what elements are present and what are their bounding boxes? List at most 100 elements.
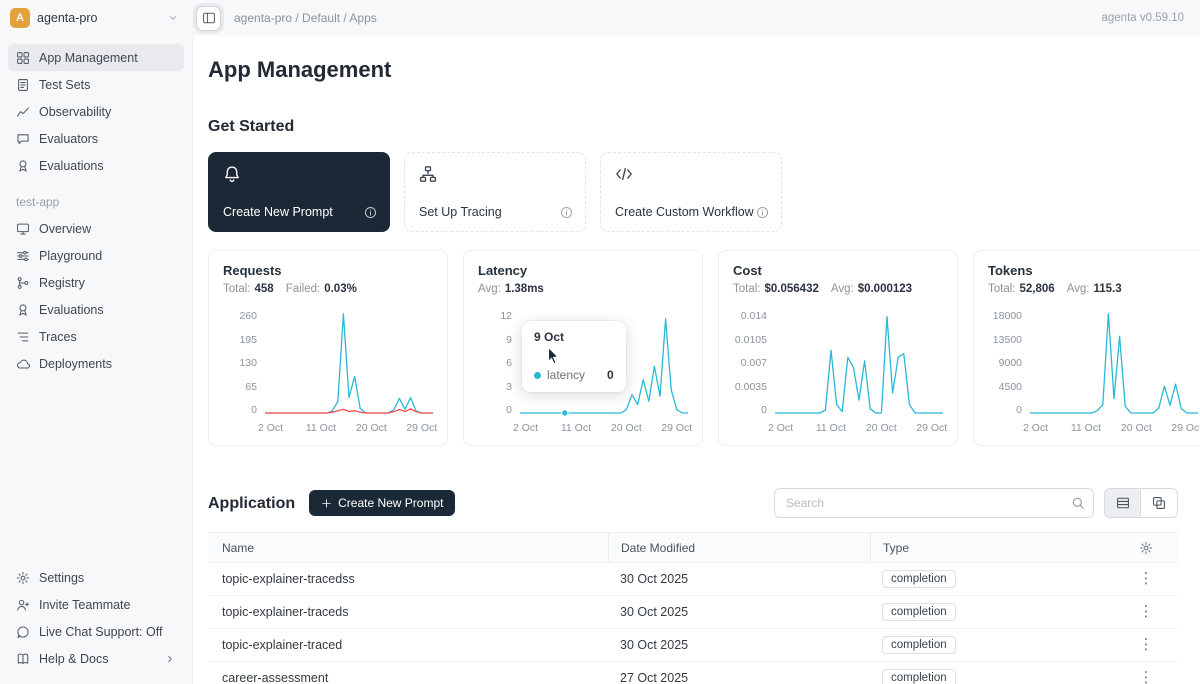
- bell-icon: [223, 165, 241, 183]
- app-table-body: topic-explainer-tracedss30 Oct 2025compl…: [208, 563, 1178, 684]
- x-axis-tick: 29 Oct: [916, 422, 947, 434]
- row-menu-button[interactable]: ⋮: [1134, 603, 1158, 621]
- sidebar-item-evaluations[interactable]: Evaluations: [8, 296, 184, 323]
- card-view-icon: [1152, 496, 1166, 510]
- card-view-button[interactable]: [1141, 488, 1178, 518]
- tracing-icon: [419, 165, 437, 183]
- start-card-set-up-tracing[interactable]: Set Up Tracing: [404, 152, 586, 232]
- topbar: A agenta-pro agenta-pro / Default / Apps…: [0, 0, 1200, 36]
- sidebar-item-evaluations[interactable]: Evaluations: [8, 152, 184, 179]
- sidebar-item-playground[interactable]: Playground: [8, 242, 184, 269]
- create-new-prompt-button[interactable]: Create New Prompt: [309, 490, 455, 516]
- y-axis-tick: 130: [239, 358, 257, 368]
- metric-stats: Total:$0.056432 Avg:$0.000123: [733, 283, 943, 295]
- book-icon: [16, 652, 30, 666]
- metric-card-requests: RequestsTotal:458Failed:0.03%26019513065…: [208, 250, 448, 446]
- metric-stat: Avg:$0.000123: [831, 283, 912, 295]
- row-menu-button[interactable]: ⋮: [1134, 570, 1158, 588]
- x-axis-tick: 20 Oct: [611, 422, 642, 434]
- x-axis-tick: 20 Oct: [1121, 422, 1152, 434]
- start-card-create-new-prompt[interactable]: Create New Prompt: [208, 152, 390, 232]
- sidebar-item-test-sets[interactable]: Test Sets: [8, 71, 184, 98]
- table-row[interactable]: topic-explainer-tracedss30 Oct 2025compl…: [208, 563, 1178, 596]
- sidebar-item-label: Evaluations: [39, 159, 104, 173]
- get-started-title: Get Started: [208, 117, 1178, 136]
- sidebar-item-overview[interactable]: Overview: [8, 215, 184, 242]
- column-header-date-modified[interactable]: Date Modified: [608, 533, 870, 562]
- cloud-icon: [16, 357, 30, 371]
- chevron-down-icon: [167, 12, 179, 24]
- metric-stat: Total:458: [223, 283, 274, 295]
- workspace-switcher[interactable]: A agenta-pro: [0, 8, 193, 28]
- y-axis-tick: 260: [239, 311, 257, 321]
- sidebar-item-evaluators[interactable]: Evaluators: [8, 125, 184, 152]
- chat-icon: [16, 132, 30, 146]
- start-card-create-custom-workflow[interactable]: Create Custom Workflow: [600, 152, 782, 232]
- sidebar-toggle-button[interactable]: [196, 6, 221, 31]
- sidebar-item-label: Evaluations: [39, 303, 104, 317]
- table-row[interactable]: topic-explainer-traceds30 Oct 2025comple…: [208, 596, 1178, 629]
- y-axis: 260195130650: [223, 311, 265, 415]
- search-input[interactable]: [774, 488, 1094, 518]
- y-axis-tick: 65: [245, 382, 257, 392]
- info-icon[interactable]: [756, 206, 769, 219]
- sidebar-item-traces[interactable]: Traces: [8, 323, 184, 350]
- metric-stats: Avg:1.38ms: [478, 283, 688, 295]
- tooltip-value: 0: [607, 368, 614, 382]
- cost-chart[interactable]: [775, 311, 943, 415]
- search-icon[interactable]: [1071, 496, 1085, 510]
- requests-chart[interactable]: [265, 311, 433, 415]
- mouse-cursor-icon: [546, 346, 561, 365]
- x-axis: 2 Oct11 Oct20 Oct29 Oct: [775, 422, 943, 435]
- info-icon[interactable]: [364, 206, 377, 219]
- sidebar-item-invite-teammate[interactable]: Invite Teammate: [8, 591, 184, 618]
- app-type: completion: [870, 629, 1114, 661]
- sidebar-item-label: Help & Docs: [39, 652, 108, 666]
- y-axis-tick: 0.0105: [735, 335, 767, 345]
- sidebar-item-help-docs[interactable]: Help & Docs: [8, 645, 184, 672]
- info-icon[interactable]: [560, 206, 573, 219]
- sidebar-item-label: App Management: [39, 51, 138, 65]
- sidebar-panel-icon: [202, 11, 216, 25]
- metric-stats: Total:52,806Avg:115.3: [988, 283, 1198, 295]
- column-header-actions: [1114, 533, 1178, 562]
- metric-stat: Total:52,806: [988, 283, 1055, 295]
- app-name: topic-explainer-traced: [208, 629, 608, 661]
- column-header-name[interactable]: Name: [208, 533, 608, 562]
- column-header-type[interactable]: Type: [870, 533, 1114, 562]
- sidebar-item-app-management[interactable]: App Management: [8, 44, 184, 71]
- tokens-chart[interactable]: [1030, 311, 1198, 415]
- y-axis-tick: 195: [239, 335, 257, 345]
- metric-stat: Total:$0.056432: [733, 283, 819, 295]
- metric-card-latency: LatencyAvg:1.38ms1296302 Oct11 Oct20 Oct…: [463, 250, 703, 446]
- chat-round-icon: [16, 625, 30, 639]
- y-axis-tick: 6: [506, 358, 512, 368]
- sidebar-item-observability[interactable]: Observability: [8, 98, 184, 125]
- x-axis-tick: 2 Oct: [513, 422, 538, 434]
- gear-icon: [16, 571, 30, 585]
- sidebar-app-list: Overview PlaygroundRegistry Evaluations Tra…: [8, 215, 184, 377]
- sidebar-item-deployments[interactable]: Deployments: [8, 350, 184, 377]
- sidebar-item-live-chat-support-off[interactable]: Live Chat Support: Off: [8, 618, 184, 645]
- y-axis-tick: 9: [506, 335, 512, 345]
- row-menu-button[interactable]: ⋮: [1134, 636, 1158, 654]
- table-view-button[interactable]: [1104, 488, 1141, 518]
- y-axis-tick: 18000: [993, 311, 1022, 321]
- x-axis-tick: 11 Oct: [561, 422, 591, 434]
- sidebar-item-settings[interactable]: Settings: [8, 564, 184, 591]
- sidebar-item-registry[interactable]: Registry: [8, 269, 184, 296]
- table-settings-icon[interactable]: [1139, 541, 1153, 555]
- y-axis-tick: 9000: [999, 358, 1022, 368]
- table-row[interactable]: career-assessment27 Oct 2025completion⋮: [208, 662, 1178, 684]
- start-card-label: Set Up Tracing: [419, 205, 502, 219]
- sidebar-item-label: Overview: [39, 222, 91, 236]
- table-row[interactable]: topic-explainer-traced30 Oct 2025complet…: [208, 629, 1178, 662]
- series-dot-icon: [534, 372, 541, 379]
- chart-tooltip: 9 Octlatency0: [522, 321, 626, 392]
- file-icon: [16, 78, 30, 92]
- x-axis-tick: 29 Oct: [406, 422, 437, 434]
- metric-stats: Total:458Failed:0.03%: [223, 283, 433, 295]
- sidebar-item-label: Observability: [39, 105, 111, 119]
- sidebar-top-list: App Management Test Sets Observability Eval…: [8, 44, 184, 179]
- row-menu-button[interactable]: ⋮: [1134, 669, 1158, 684]
